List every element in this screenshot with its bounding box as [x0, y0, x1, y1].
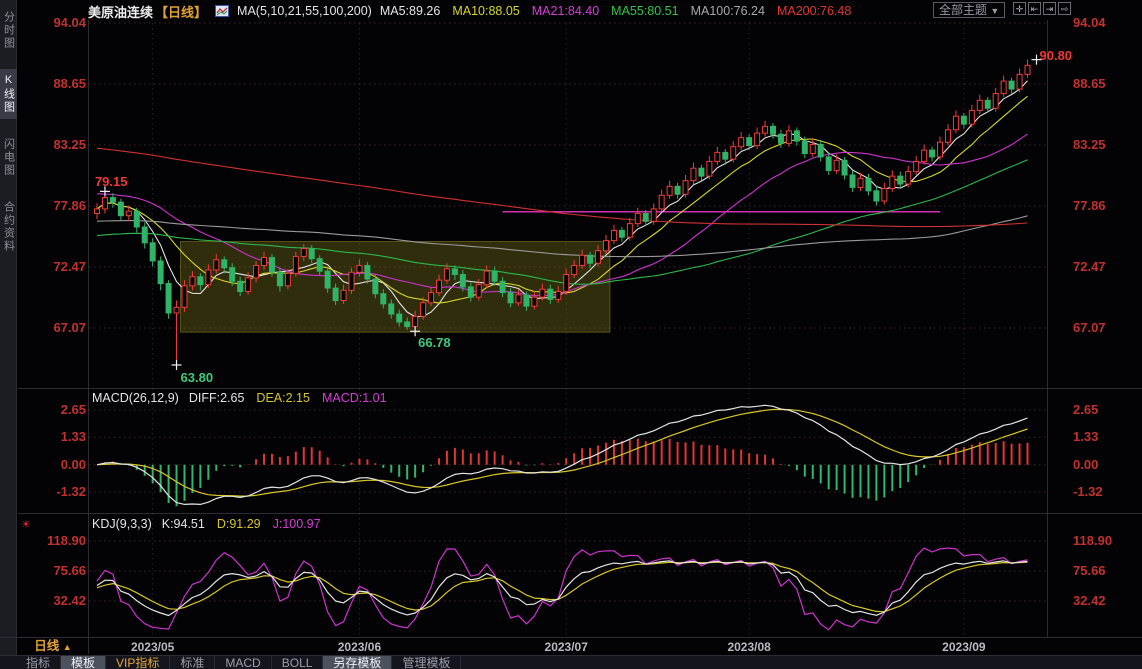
kdj-value-label: D:91.29	[217, 517, 261, 531]
price-annotation: 63.80	[181, 370, 214, 385]
price-annotation: 79.15	[95, 174, 128, 189]
date-label: 2023/06	[329, 640, 389, 654]
main-axis-label-left: 77.86	[20, 198, 86, 213]
macd-axis-label-left: -1.32	[20, 484, 86, 499]
date-label: 2023/09	[934, 640, 994, 654]
tab-BOLL[interactable]: BOLL	[272, 656, 324, 669]
main-axis-label-right: 67.07	[1073, 320, 1106, 335]
period-label: 日线	[34, 639, 59, 653]
period-arrow-icon: ▲	[63, 642, 72, 652]
chart-canvas[interactable]	[0, 0, 1142, 669]
tab-VIP指标[interactable]: VIP指标	[106, 656, 170, 669]
main-axis-label-right: 83.25	[1073, 137, 1106, 152]
price-annotation: 66.78	[418, 335, 451, 350]
kdj-values: K:94.51 D:91.29 J:100.97	[162, 517, 321, 531]
tab-MACD[interactable]: MACD	[215, 656, 271, 669]
date-label: 2023/07	[536, 640, 596, 654]
macd-value-label: DIFF:2.65	[189, 391, 245, 405]
date-label: 2023/08	[719, 640, 779, 654]
date-label: 2023/05	[123, 640, 183, 654]
macd-title: MACD(26,12,9)	[92, 391, 179, 405]
selection-box	[180, 241, 610, 332]
tab-标准[interactable]: 标准	[170, 656, 215, 669]
kdj-value-label: J:100.97	[273, 517, 321, 531]
macd-value-label: DEA:2.15	[256, 391, 310, 405]
main-axis-label-right: 72.47	[1073, 259, 1106, 274]
macd-axis-label-left: 2.65	[20, 402, 86, 417]
tab-管理模板[interactable]: 管理模板	[392, 656, 461, 669]
tabbar-spacer	[0, 656, 16, 669]
kdj-axis-label-left: 118.90	[20, 533, 86, 548]
macd-axis-label-right: -1.32	[1073, 484, 1103, 499]
tab-模板[interactable]: 模板	[61, 656, 106, 669]
kdj-axis-label-left: 75.66	[20, 563, 86, 578]
tab-另存模板[interactable]: 另存模板	[323, 656, 392, 669]
macd-axis-label-right: 2.65	[1073, 402, 1098, 417]
trading-terminal: 分时图K线图闪电图合约资料 美原油连续 【日线】 MA(5,10,21,55,1…	[0, 0, 1142, 669]
kdj-title: KDJ(9,3,3)	[92, 517, 152, 531]
main-axis-label-right: 88.65	[1073, 76, 1106, 91]
kdj-axis-label-right: 32.42	[1073, 593, 1106, 608]
main-axis-label-left: 72.47	[20, 259, 86, 274]
kdj-axis-label-right: 118.90	[1073, 533, 1112, 548]
period-selector[interactable]: 日线 ▲	[18, 638, 89, 654]
main-axis-label-left: 94.04	[20, 15, 86, 30]
kdj-axis-label-right: 75.66	[1073, 563, 1106, 578]
macd-values: DIFF:2.65 DEA:2.15 MACD:1.01	[189, 391, 387, 405]
kdj-panel-title: KDJ(9,3,3) K:94.51 D:91.29 J:100.97	[92, 517, 321, 531]
main-axis-label-right: 94.04	[1073, 15, 1106, 30]
macd-panel-title: MACD(26,12,9) DIFF:2.65 DEA:2.15 MACD:1.01	[92, 391, 387, 405]
main-axis-label-right: 77.86	[1073, 198, 1106, 213]
macd-value-label: MACD:1.01	[322, 391, 387, 405]
macd-axis-label-right: 0.00	[1073, 457, 1098, 472]
tab-指标[interactable]: 指标	[16, 656, 61, 669]
indicator-tab-bar: 指标模板VIP指标标准MACDBOLL另存模板管理模板	[0, 655, 1142, 669]
kdj-axis-label-left: 32.42	[20, 593, 86, 608]
panel-marker-icon[interactable]: ☀	[21, 518, 31, 531]
macd-axis-label-left: 1.33	[20, 429, 86, 444]
macd-axis-label-right: 1.33	[1073, 429, 1098, 444]
macd-axis-label-left: 0.00	[20, 457, 86, 472]
kdj-value-label: K:94.51	[162, 517, 205, 531]
main-axis-label-left: 88.65	[20, 76, 86, 91]
main-axis-label-left: 67.07	[20, 320, 86, 335]
price-annotation: 90.80	[1040, 48, 1073, 63]
main-axis-label-left: 83.25	[20, 137, 86, 152]
